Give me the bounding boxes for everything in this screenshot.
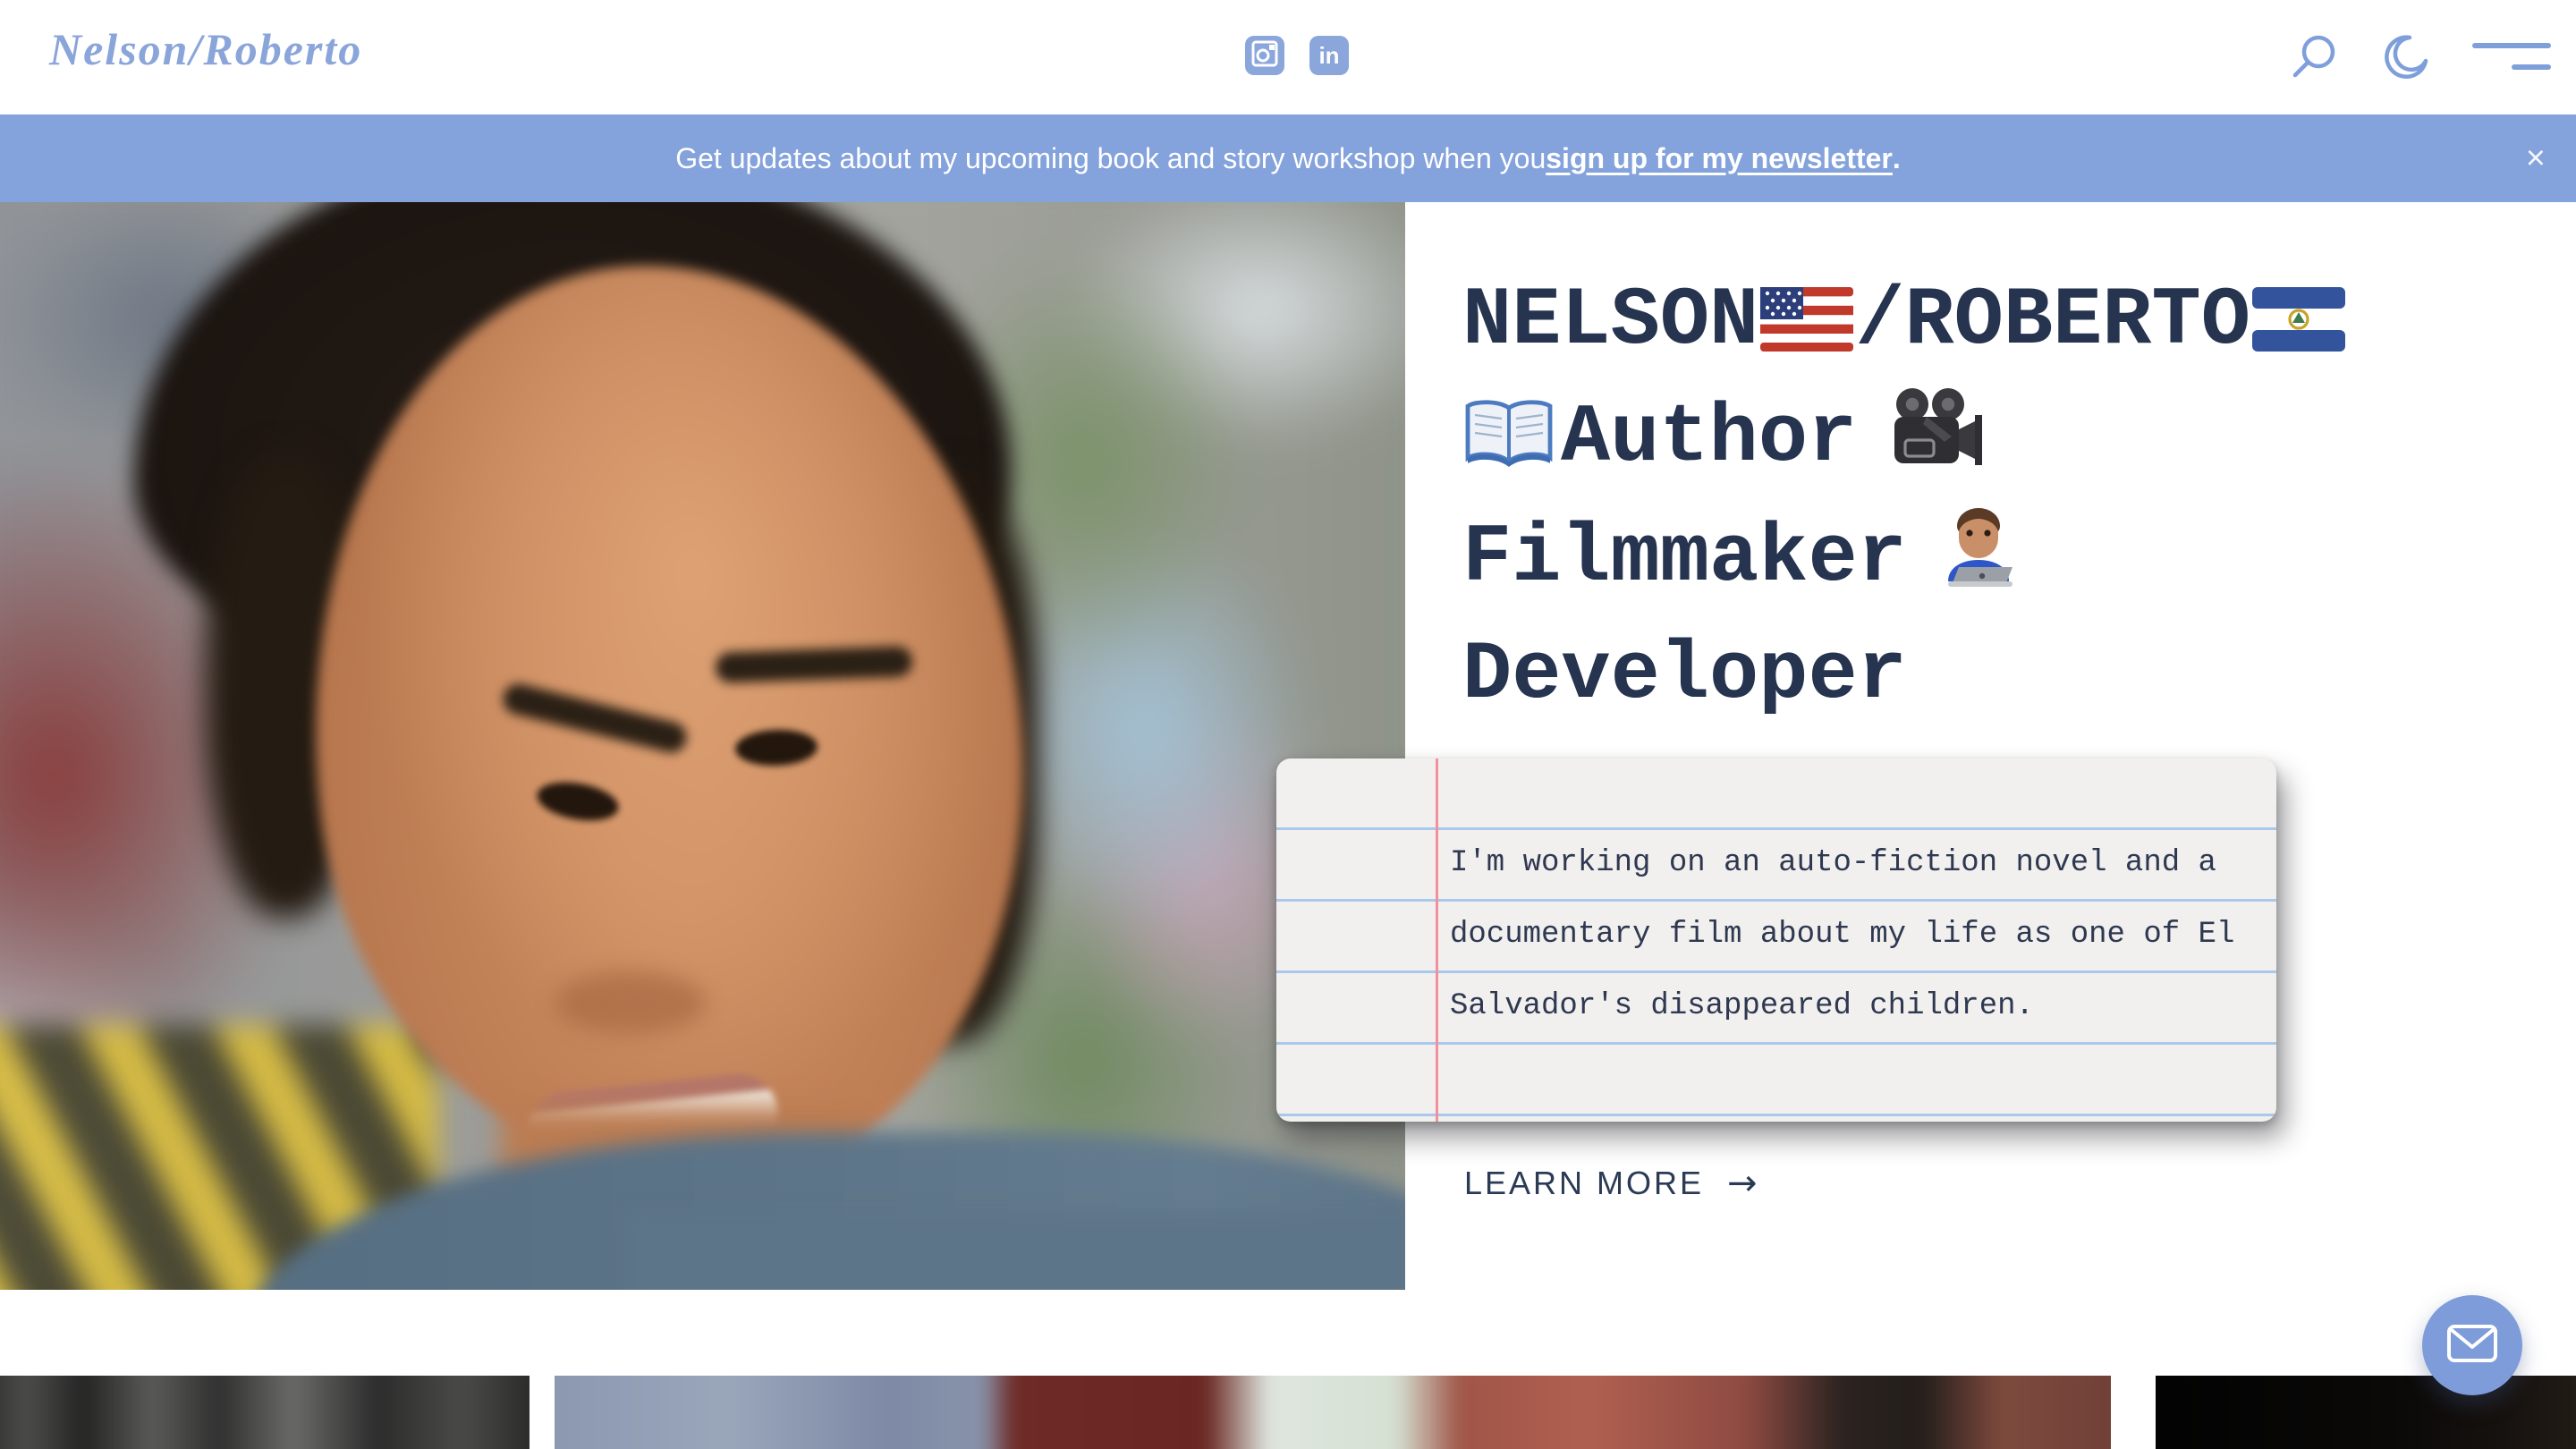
el-salvador-flag-emoji	[2250, 281, 2347, 386]
portrait-nose-shadow	[555, 971, 707, 1034]
linkedin-icon: in	[1318, 44, 1339, 67]
gallery-image-archival-bw[interactable]	[0, 1376, 530, 1449]
site-logo[interactable]: Nelson/Roberto	[49, 23, 362, 75]
gallery-image-archival-bw-content	[0, 1376, 530, 1449]
headline-line-4: Developer	[1462, 623, 2357, 727]
note-line: documentary film about my life as one of…	[1450, 902, 2258, 973]
header-actions	[2290, 32, 2551, 87]
note-card-text: I'm working on an auto-fiction novel and…	[1450, 830, 2258, 1045]
menu-button[interactable]	[2472, 39, 2551, 80]
headline-line-1: NELSON/ROBERTO	[1462, 268, 2357, 386]
instagram-button[interactable]	[1245, 36, 1284, 75]
portrait-shirt-lower	[626, 1213, 1405, 1290]
search-icon	[2290, 32, 2340, 87]
envelope-icon	[2446, 1324, 2498, 1368]
movie-camera-emoji	[1880, 386, 1991, 503]
gallery-image-film-still-content	[555, 1376, 2111, 1449]
linkedin-button[interactable]: in	[1309, 36, 1349, 75]
banner-text-period: .	[1893, 142, 1901, 175]
hero-portrait-photo	[0, 202, 1405, 1290]
headline-author: Author	[1561, 391, 1857, 485]
header: Nelson/Roberto in	[0, 0, 2576, 114]
headline-line-2: Author	[1462, 386, 2357, 503]
banner-text: Get updates about my upcoming book and s…	[675, 142, 1546, 175]
instagram-icon	[1251, 40, 1278, 72]
dark-mode-toggle[interactable]	[2383, 34, 2429, 85]
learn-more-label: LEARN MORE	[1464, 1165, 1704, 1202]
announcement-banner: Get updates about my upcoming book and s…	[0, 114, 2576, 202]
gallery-image-dark-still[interactable]	[2156, 1376, 2576, 1449]
note-line: I'm working on an auto-fiction novel and…	[1450, 830, 2258, 902]
newsletter-signup-link[interactable]: sign up for my newsletter	[1546, 142, 1893, 175]
banner-close-button[interactable]: ×	[2526, 141, 2546, 175]
note-line: Salvador's disappeared children.	[1450, 973, 2258, 1045]
headline-filmmaker: Filmmaker	[1462, 511, 1907, 605]
gallery-image-dark-still-content	[2156, 1376, 2576, 1449]
headline-nelson: NELSON	[1462, 274, 1758, 368]
note-card: I'm working on an auto-fiction novel and…	[1276, 758, 2276, 1122]
us-flag-emoji	[1758, 281, 1855, 386]
learn-more-link[interactable]: LEARN MORE →	[1464, 1163, 1758, 1204]
hero-headline: NELSON/ROBERTO Author Filmmaker Develope…	[1462, 268, 2357, 727]
social-links: in	[1245, 36, 1349, 75]
menu-icon	[2472, 39, 2551, 80]
open-book-emoji	[1462, 397, 1555, 503]
gallery-image-film-still[interactable]	[555, 1376, 2111, 1449]
search-button[interactable]	[2290, 32, 2340, 87]
note-card-margin-line	[1436, 758, 1438, 1122]
dark-mode-moon-icon	[2383, 34, 2429, 85]
contact-email-button[interactable]	[2422, 1295, 2522, 1395]
headline-roberto: /ROBERTO	[1855, 274, 2250, 368]
man-technologist-emoji	[1934, 503, 2023, 623]
headline-developer: Developer	[1462, 628, 1907, 722]
right-arrow-icon: →	[1727, 1163, 1758, 1204]
headline-line-3: Filmmaker	[1462, 503, 2357, 623]
page: Nelson/Roberto in	[0, 0, 2576, 1449]
